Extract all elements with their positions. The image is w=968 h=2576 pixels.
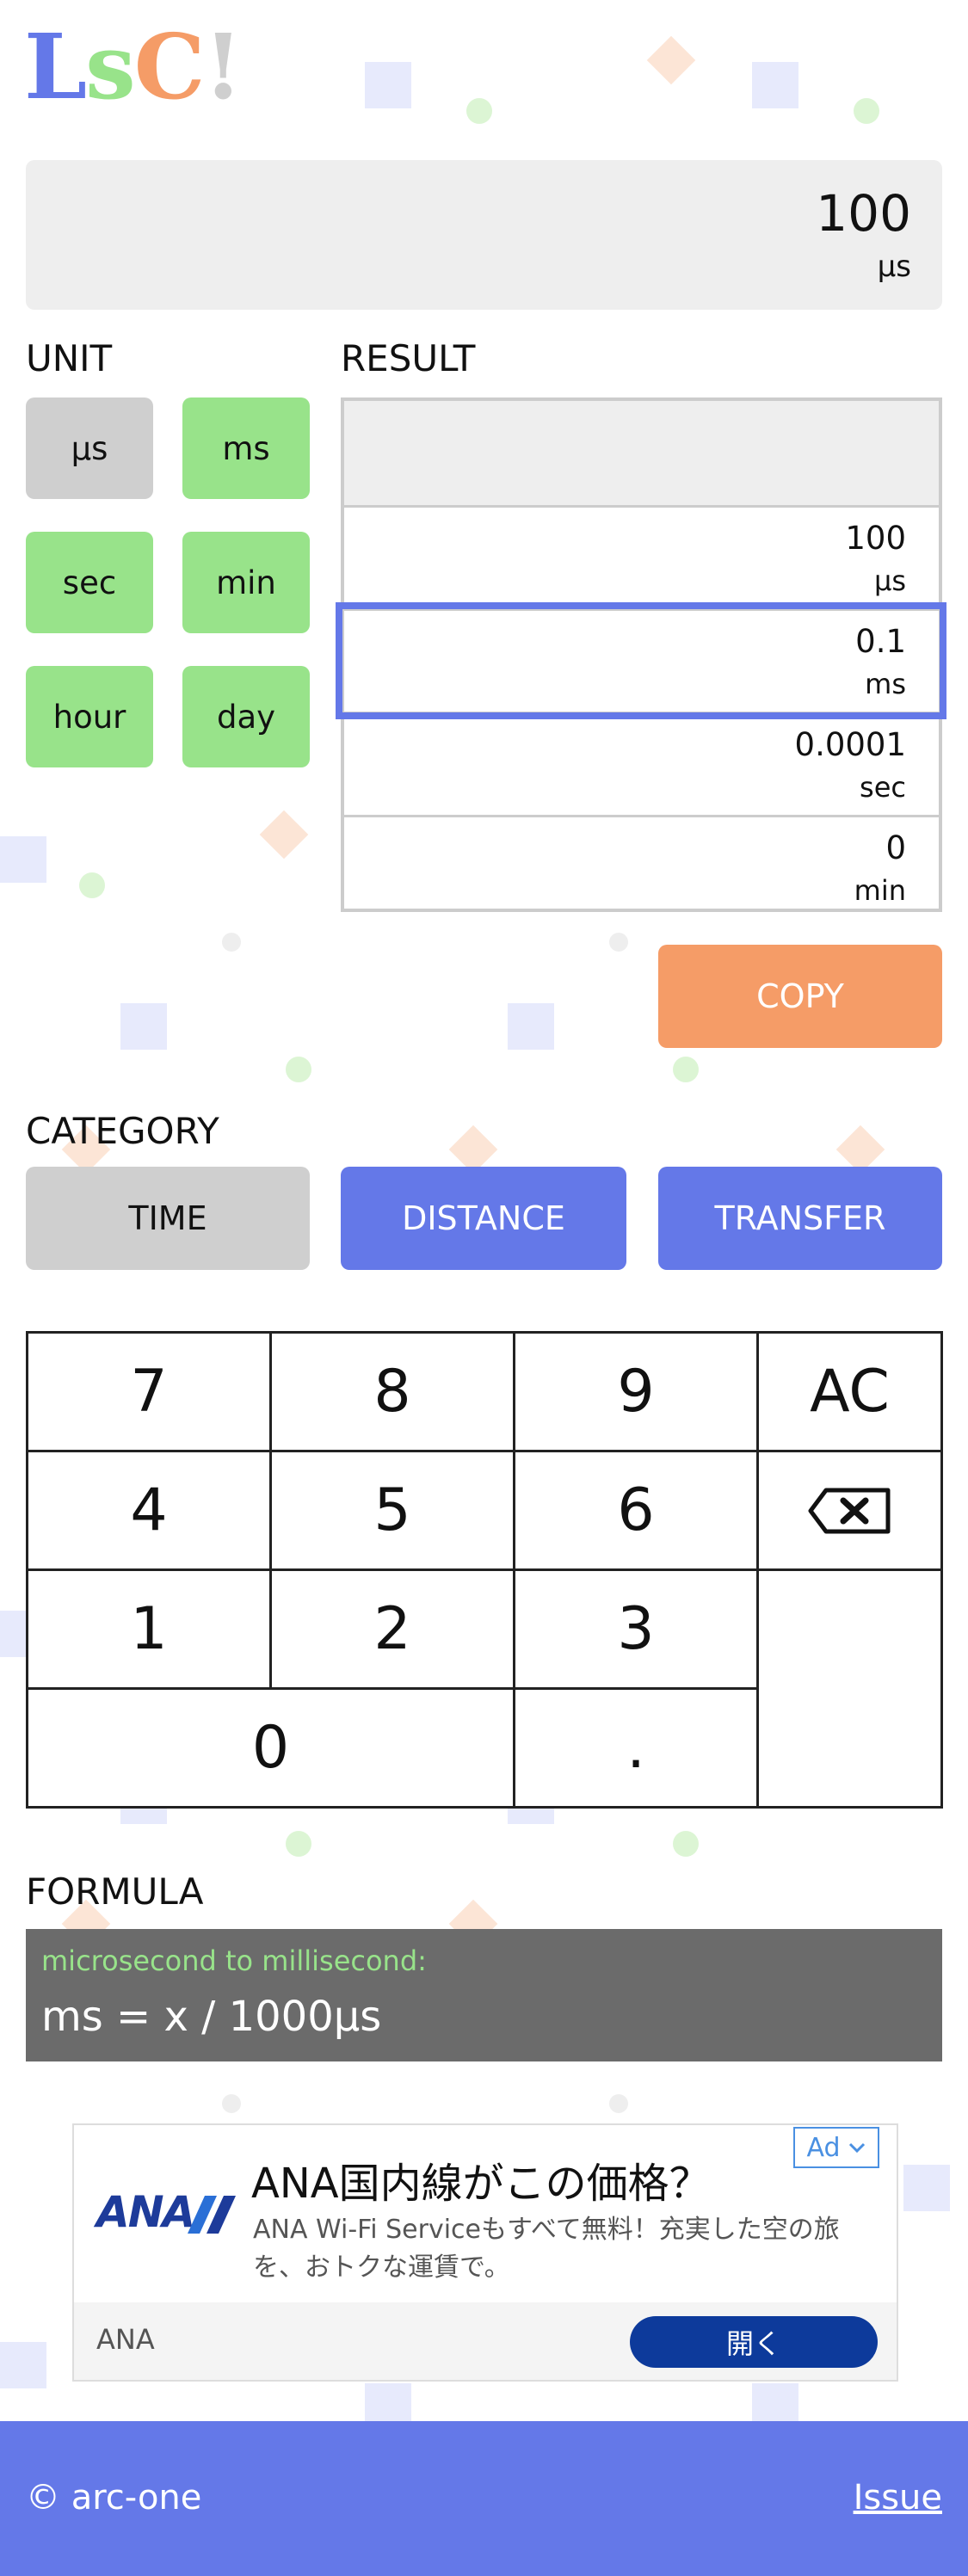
key-all-clear[interactable]: AC: [759, 1334, 940, 1452]
display-unit: µs: [877, 250, 911, 284]
formula-heading: FORMULA: [26, 1870, 204, 1913]
result-heading: RESULT: [341, 337, 476, 379]
app-logo: L s C !: [24, 14, 243, 120]
ad-title[interactable]: ANA国内線がこの価格？: [251, 2149, 711, 2209]
result-selection-highlight: [336, 602, 946, 719]
ad-choices-badge[interactable]: Ad: [793, 2127, 879, 2168]
result-value: 0.0001: [794, 726, 906, 763]
key-6[interactable]: 6: [515, 1452, 759, 1571]
key-5[interactable]: 5: [272, 1452, 515, 1571]
key-4[interactable]: 4: [28, 1452, 272, 1571]
key-1[interactable]: 1: [28, 1571, 272, 1690]
unit-button-day[interactable]: day: [182, 666, 310, 767]
result-row-us[interactable]: 100 µs: [344, 508, 939, 611]
ad-description: ANA Wi-Fi Serviceもすべて無料！充実した空の旅を、おトクな運賃で…: [253, 2215, 840, 2283]
logo-letter-s: s: [85, 14, 136, 120]
copyright-text: © arc-one: [26, 2478, 202, 2517]
ad-advertiser: ANA: [96, 2323, 155, 2356]
footer: © arc-one Issue: [0, 2421, 968, 2576]
copy-button[interactable]: COPY: [658, 945, 942, 1048]
ad-badge-label: Ad: [806, 2132, 841, 2163]
logo-letter-l: L: [24, 14, 87, 120]
result-table-header: [344, 401, 939, 508]
unit-button-sec[interactable]: sec: [26, 532, 153, 633]
keypad: 7 8 9 AC 4 5 6 1 2 3 0 .: [26, 1331, 943, 1809]
key-3[interactable]: 3: [515, 1571, 759, 1690]
chevron-down-icon: [848, 2142, 865, 2154]
key-8[interactable]: 8: [272, 1334, 515, 1452]
category-button-time[interactable]: TIME: [26, 1167, 310, 1270]
category-button-transfer[interactable]: TRANSFER: [658, 1167, 942, 1270]
key-0[interactable]: 0: [28, 1690, 515, 1806]
ad-open-button[interactable]: 開く: [630, 2316, 878, 2368]
ad-logo-stripes-icon: [188, 2196, 236, 2234]
key-backspace[interactable]: [759, 1452, 940, 1571]
unit-button-min[interactable]: min: [182, 532, 310, 633]
key-decimal[interactable]: .: [515, 1690, 759, 1806]
formula-expression: ms = x / 1000µs: [41, 1993, 382, 2041]
unit-button-us[interactable]: µs: [26, 397, 153, 499]
unit-button-hour[interactable]: hour: [26, 666, 153, 767]
logo-letter-exclamation: !: [203, 14, 243, 120]
result-unit: sec: [860, 771, 906, 804]
key-empty: [759, 1571, 940, 1806]
key-2[interactable]: 2: [272, 1571, 515, 1690]
display-value: 100: [816, 184, 911, 243]
unit-heading: UNIT: [26, 337, 113, 379]
result-value: 0: [885, 829, 906, 866]
key-9[interactable]: 9: [515, 1334, 759, 1452]
formula-title: microsecond to millisecond:: [41, 1944, 427, 1977]
category-button-distance[interactable]: DISTANCE: [341, 1167, 626, 1270]
key-7[interactable]: 7: [28, 1334, 272, 1452]
result-value: 100: [845, 520, 906, 557]
category-heading: CATEGORY: [26, 1110, 219, 1152]
input-display: 100 µs: [26, 160, 942, 310]
backspace-icon: [808, 1488, 890, 1533]
unit-button-ms[interactable]: ms: [182, 397, 310, 499]
advertisement[interactable]: ANA ANA国内線がこの価格？ ANA Wi-Fi Serviceもすべて無料…: [72, 2123, 898, 2382]
result-row-sec[interactable]: 0.0001 sec: [344, 714, 939, 817]
issue-link[interactable]: Issue: [854, 2478, 942, 2517]
result-unit: µs: [873, 564, 906, 597]
result-unit: min: [854, 874, 906, 907]
ad-logo: ANA: [96, 2187, 195, 2237]
formula-box: microsecond to millisecond: ms = x / 100…: [26, 1929, 942, 2061]
result-row-min[interactable]: 0 min: [344, 817, 939, 921]
logo-letter-c: C: [133, 14, 206, 120]
ad-footer: ANA 開く: [74, 2302, 897, 2380]
